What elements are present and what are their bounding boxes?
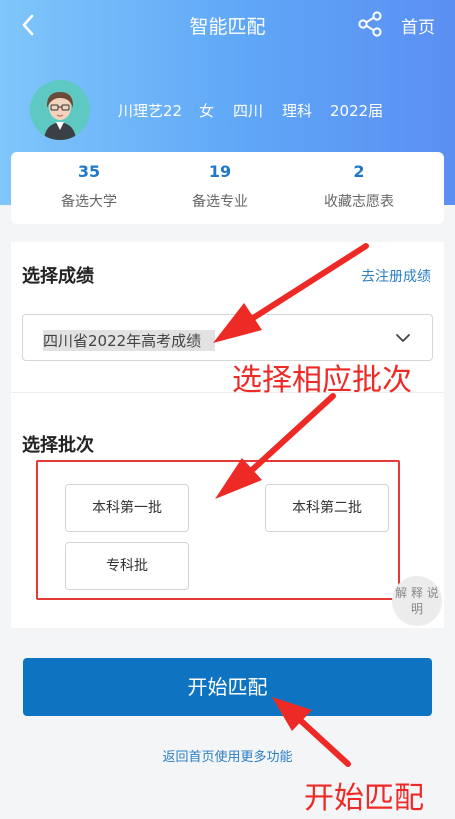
- chevron-down-icon: [396, 334, 410, 342]
- profile-province: 四川: [233, 102, 264, 120]
- avatar[interactable]: [30, 80, 90, 140]
- share-icon[interactable]: [356, 10, 384, 38]
- profile-year: 2022届: [330, 102, 384, 120]
- annotation-select-batch: 选择相应批次: [232, 363, 412, 398]
- stat-majors[interactable]: 19 备选专业: [140, 162, 300, 211]
- home-link[interactable]: 首页: [401, 13, 435, 38]
- annotation-start-match: 开始匹配: [304, 781, 424, 816]
- batch-option-vocational[interactable]: 专科批: [65, 542, 189, 590]
- score-select[interactable]: 四川省2022年高考成绩: [22, 314, 433, 361]
- stat-value: 19: [208, 162, 232, 181]
- batch-option-second-tier[interactable]: 本科第二批: [265, 484, 389, 532]
- batch-section-title: 选择批次: [22, 435, 94, 456]
- register-score-link[interactable]: 去注册成绩: [361, 266, 431, 286]
- stat-label: 备选专业: [192, 194, 248, 210]
- score-select-value: 四川省2022年高考成绩: [43, 330, 216, 351]
- page-title: 智能匹配: [189, 16, 266, 38]
- batch-option-first-tier[interactable]: 本科第一批: [65, 484, 189, 532]
- stats-card: 35 备选大学 19 备选专业 2 收藏志愿表: [11, 152, 444, 224]
- profile-gender: 女: [199, 102, 215, 120]
- profile-username: 川理艺22: [118, 102, 183, 120]
- stat-label: 收藏志愿表: [324, 194, 394, 210]
- explain-button[interactable]: 解 释 说 明: [392, 576, 442, 626]
- profile-track: 理科: [282, 102, 313, 120]
- avatar-illustration: [30, 80, 90, 140]
- match-form-card: 选择成绩 去注册成绩 四川省2022年高考成绩 选择批次 本科第一批 本科第二批…: [11, 242, 444, 628]
- start-match-button[interactable]: 开始匹配: [23, 658, 432, 716]
- back-home-more-link[interactable]: 返回首页使用更多功能: [0, 746, 455, 765]
- stat-saved-plans[interactable]: 2 收藏志愿表: [279, 162, 439, 211]
- score-section-title: 选择成绩: [22, 266, 94, 287]
- stat-value: 2: [353, 162, 365, 181]
